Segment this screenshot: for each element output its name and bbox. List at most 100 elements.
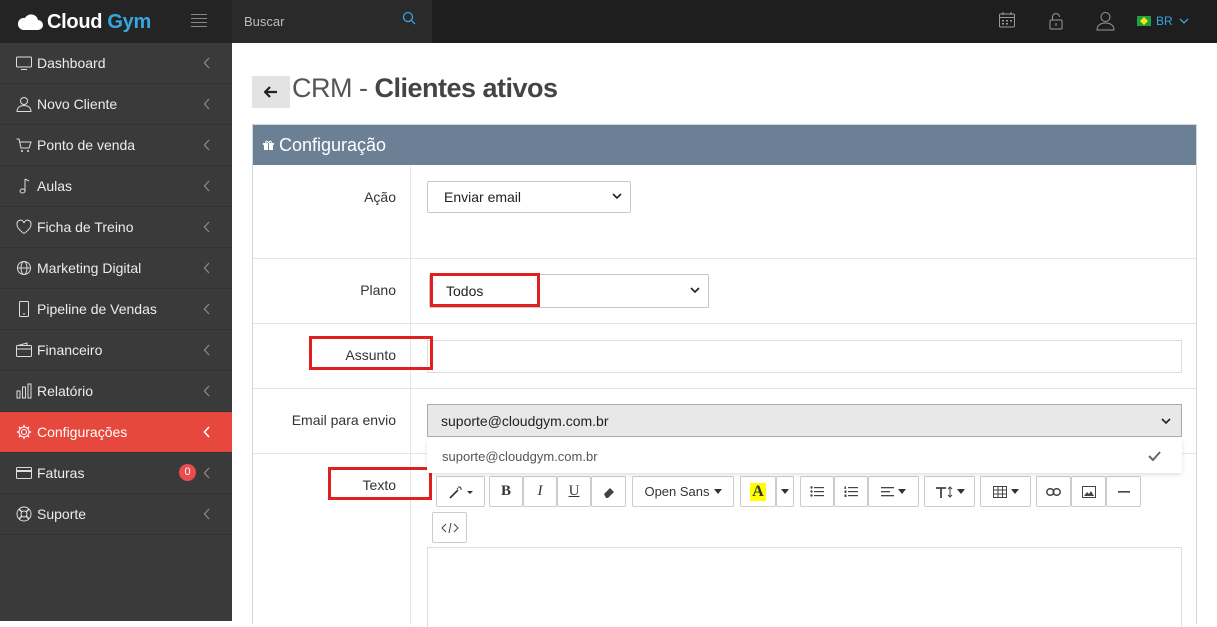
sidebar-item-pipeline-de-vendas[interactable]: Pipeline de Vendas <box>0 289 232 330</box>
back-button[interactable] <box>252 76 290 108</box>
hamburger-icon[interactable] <box>191 14 207 28</box>
search-box <box>232 0 432 43</box>
underline-button[interactable]: U <box>557 476 591 507</box>
brand-name-part1: Cloud <box>47 11 108 33</box>
calendar-icon[interactable] <box>998 11 1016 29</box>
font-family-button[interactable]: Open Sans <box>632 476 734 507</box>
code-view-button[interactable] <box>432 512 467 543</box>
main-content: CRM - Clientes ativos Configuração Ação … <box>232 43 1217 627</box>
sidebar-item-label: Novo Cliente <box>37 96 118 112</box>
chevron-left-icon <box>203 344 210 356</box>
lock-icon[interactable] <box>1048 11 1064 31</box>
music-note-icon <box>19 178 30 194</box>
text-editor-area[interactable] <box>427 547 1182 627</box>
sidebar-item-ponto-de-venda[interactable]: Ponto de venda <box>0 125 232 166</box>
code-icon <box>440 522 459 533</box>
highlight-color-dropdown[interactable] <box>776 476 794 507</box>
config-panel: Configuração Ação Enviar email Plano Tod… <box>252 124 1197 627</box>
chevron-down-icon <box>690 287 700 294</box>
bold-button[interactable]: B <box>489 476 523 507</box>
form-row-plano: Plano Todos <box>253 259 1196 324</box>
chevron-left-icon <box>203 426 210 438</box>
sidebar-item-label: Pipeline de Vendas <box>37 301 157 317</box>
sidebar-item-aulas[interactable]: Aulas <box>0 166 232 207</box>
line-height-button[interactable] <box>924 476 975 507</box>
wallet-icon <box>16 342 32 357</box>
sidebar-item-ficha-de-treino[interactable]: Ficha de Treino <box>0 207 232 248</box>
sidebar-item-marketing-digital[interactable]: Marketing Digital <box>0 248 232 289</box>
sidebar-item-novo-cliente[interactable]: Novo Cliente <box>0 84 232 125</box>
sidebar-item-suporte[interactable]: Suporte <box>0 494 232 535</box>
horizontal-rule-button[interactable] <box>1106 476 1141 507</box>
page-title-main: Clientes ativos <box>374 73 558 103</box>
brand-name-part2: Gym <box>107 11 151 33</box>
lifebuoy-icon <box>16 506 32 522</box>
search-icon[interactable] <box>402 11 416 25</box>
chevron-left-icon <box>203 303 210 315</box>
link-button[interactable] <box>1036 476 1071 507</box>
language-label: BR <box>1156 14 1173 28</box>
cloud-logo-icon <box>17 14 43 30</box>
panel-title: Configuração <box>279 134 387 155</box>
language-selector[interactable]: BR <box>1137 14 1189 28</box>
acao-label: Ação <box>364 189 396 205</box>
monitor-icon <box>16 56 32 70</box>
chevron-down-icon <box>1161 418 1171 425</box>
numbered-list-icon <box>844 486 858 497</box>
caret-down-icon <box>956 489 965 494</box>
sidebar-item-label: Aulas <box>37 178 73 194</box>
minus-icon <box>1117 490 1130 493</box>
bar-chart-icon <box>16 383 32 399</box>
chevron-left-icon <box>203 221 210 233</box>
italic-icon: I <box>537 483 543 499</box>
paragraph-align-button[interactable] <box>868 476 919 507</box>
italic-button[interactable]: I <box>523 476 557 507</box>
form-row-assunto: Assunto <box>253 324 1196 389</box>
chevron-left-icon <box>203 262 210 274</box>
font-family-value: Open Sans <box>644 484 710 499</box>
acao-select-value: Enviar email <box>444 189 522 205</box>
form-row-texto: Texto B I U Open Sans A <box>253 454 1196 627</box>
sidebar-item-label: Relatório <box>37 383 94 399</box>
sidebar-item-faturas[interactable]: Faturas 0 <box>0 453 232 494</box>
form-row-acao: Ação Enviar email <box>253 166 1196 259</box>
email-label: Email para envio <box>291 412 396 428</box>
chevron-down-icon <box>612 193 622 200</box>
sidebar-item-label: Faturas <box>37 465 85 481</box>
caret-down-icon <box>781 489 789 494</box>
brand[interactable]: Cloud Gym <box>0 0 232 43</box>
sidebar: Dashboard Novo Cliente Ponto de venda Au… <box>0 43 232 621</box>
sidebar-item-label: Marketing Digital <box>37 260 142 276</box>
highlight-box <box>430 273 540 307</box>
sidebar-item-configuracoes[interactable]: Configurações <box>0 412 232 453</box>
chevron-down-icon <box>1179 18 1189 24</box>
chevron-left-icon <box>203 467 210 479</box>
table-button[interactable] <box>980 476 1031 507</box>
chevron-left-icon <box>203 385 210 397</box>
caret-down-icon <box>898 489 906 494</box>
user-profile-icon[interactable] <box>1096 11 1115 31</box>
unordered-list-button[interactable] <box>800 476 834 507</box>
link-icon <box>1046 487 1061 496</box>
sidebar-item-financeiro[interactable]: Financeiro <box>0 330 232 371</box>
ordered-list-button[interactable] <box>834 476 868 507</box>
plano-label: Plano <box>360 282 396 298</box>
caret-down-icon <box>1010 489 1019 494</box>
chevron-left-icon <box>203 508 210 520</box>
eraser-button[interactable] <box>591 476 626 507</box>
form-row-email: Email para envio suporte@cloudgym.com.br… <box>253 389 1196 473</box>
gift-icon <box>263 140 274 150</box>
phone-icon <box>19 301 29 317</box>
magic-wand-button[interactable] <box>436 476 485 507</box>
chevron-left-icon <box>203 98 210 110</box>
email-dropdown-option[interactable]: suporte@cloudgym.com.br <box>427 439 1182 473</box>
sidebar-item-dashboard[interactable]: Dashboard <box>0 43 232 84</box>
email-select[interactable]: suporte@cloudgym.com.br <box>427 404 1182 437</box>
acao-select[interactable]: Enviar email <box>427 181 631 213</box>
assunto-input[interactable] <box>427 340 1182 373</box>
sidebar-item-relatorio[interactable]: Relatório <box>0 371 232 412</box>
image-button[interactable] <box>1071 476 1106 507</box>
bold-icon: B <box>500 483 511 499</box>
highlight-color-button[interactable]: A <box>740 476 776 507</box>
credit-card-icon <box>16 467 32 479</box>
